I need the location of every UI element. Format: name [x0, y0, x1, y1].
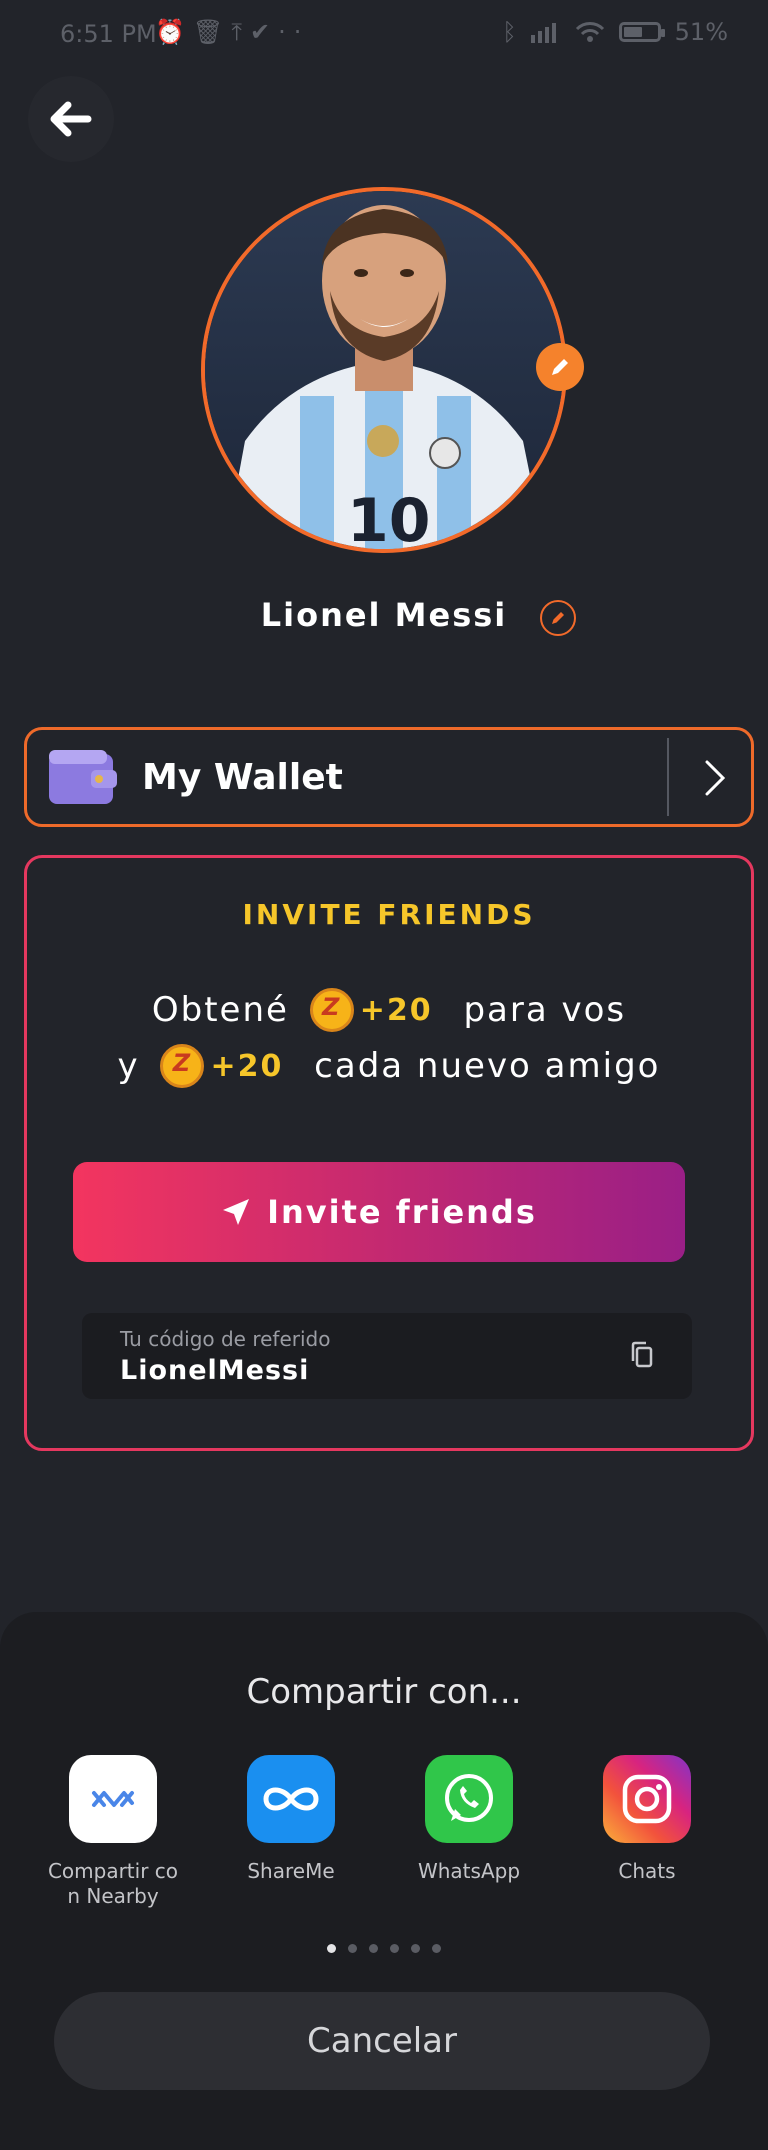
cancel-button[interactable]: Cancelar: [54, 1992, 710, 2090]
page-dot: [327, 1944, 336, 1953]
referral-code: LionelMessi: [120, 1355, 310, 1386]
share-app-instagram[interactable]: Chats: [562, 1755, 732, 1884]
edit-avatar-button[interactable]: [536, 343, 584, 391]
invite-friends-button[interactable]: Invite friends: [73, 1162, 685, 1262]
share-sheet-title: Compartir con...: [246, 1672, 522, 1712]
invite-button-label: Invite friends: [267, 1193, 537, 1231]
app-label: ShareMe: [247, 1859, 335, 1883]
invite-title: INVITE FRIENDS: [242, 898, 536, 931]
chevron-right-icon: [705, 760, 726, 796]
reward-bonus: +20: [359, 992, 433, 1028]
check-icon: ✔: [249, 18, 279, 46]
profile-name: Lionel Messi: [260, 596, 508, 634]
pencil-icon: [552, 612, 564, 624]
page-dot: [369, 1944, 378, 1953]
page-dot: [348, 1944, 357, 1953]
page-dot: [411, 1944, 420, 1953]
pencil-icon: [552, 359, 568, 375]
page-indicator: [0, 1944, 768, 1953]
copy-icon[interactable]: [630, 1341, 654, 1369]
avatar-image: 10: [205, 191, 563, 549]
bluetooth-icon: ᛒ: [502, 18, 517, 46]
coin-icon: Z: [160, 1044, 205, 1088]
app-label: Compartir co n Nearby: [47, 1859, 179, 1908]
reward-text: cada nuevo amigo: [314, 1046, 661, 1086]
reward-bonus: +20: [210, 1048, 284, 1084]
divider: [667, 738, 669, 816]
reward-line-2: y Z +20 cada nuevo amigo: [27, 1044, 751, 1088]
reward-line-1: Obtené Z +20 para vos: [27, 988, 751, 1032]
reward-text: para vos: [463, 990, 627, 1030]
reward-text: Obtené: [151, 990, 289, 1030]
page-dot: [390, 1944, 399, 1953]
instagram-icon: [603, 1755, 691, 1843]
svg-text:10: 10: [347, 486, 431, 549]
coin-icon: Z: [309, 988, 354, 1032]
battery-percent: 51%: [674, 18, 728, 46]
trash-icon: 🗑: [192, 18, 232, 46]
back-button[interactable]: [28, 76, 114, 162]
invite-friends-card: INVITE FRIENDS Obtené Z +20 para vos y Z +…: [24, 855, 754, 1451]
referral-code-field[interactable]: Tu código de referido LionelMessi: [82, 1313, 692, 1399]
wallet-icon: [49, 750, 117, 804]
send-icon: [223, 1199, 250, 1225]
shareme-icon: [247, 1755, 335, 1843]
status-time: 6:51 PM: [60, 20, 157, 48]
reward-text: y: [117, 1046, 140, 1086]
referral-hint: Tu código de referido: [120, 1327, 331, 1351]
app-label: Chats: [618, 1859, 676, 1883]
share-app-shareme[interactable]: ShareMe: [206, 1755, 376, 1884]
wifi-icon: [575, 22, 604, 42]
app-label: WhatsApp: [417, 1859, 521, 1883]
upload-icon: ⤒: [231, 18, 250, 46]
notification-icons: ⏰🗑⤒✔··: [155, 18, 309, 46]
page-dot: [432, 1944, 441, 1953]
battery-icon: [618, 22, 665, 42]
whatsapp-icon: [425, 1755, 513, 1843]
signal-icon: [530, 23, 556, 43]
status-bar: 6:51 PM ⏰🗑⤒✔·· ᛒ 51%: [0, 0, 768, 70]
status-right: ᛒ 51%: [502, 18, 728, 46]
avatar[interactable]: 10: [201, 187, 567, 553]
arrow-left-icon: [50, 101, 92, 137]
share-app-whatsapp[interactable]: WhatsApp: [384, 1755, 554, 1884]
edit-name-button[interactable]: [540, 600, 576, 636]
share-app-nearby[interactable]: Compartir co n Nearby: [28, 1755, 198, 1909]
alarm-icon: ⏰: [155, 18, 193, 46]
my-wallet-button[interactable]: My Wallet: [24, 727, 754, 827]
nearby-share-icon: [69, 1755, 157, 1843]
wallet-label: My Wallet: [142, 757, 343, 798]
more-dots-icon: ··: [278, 18, 310, 46]
